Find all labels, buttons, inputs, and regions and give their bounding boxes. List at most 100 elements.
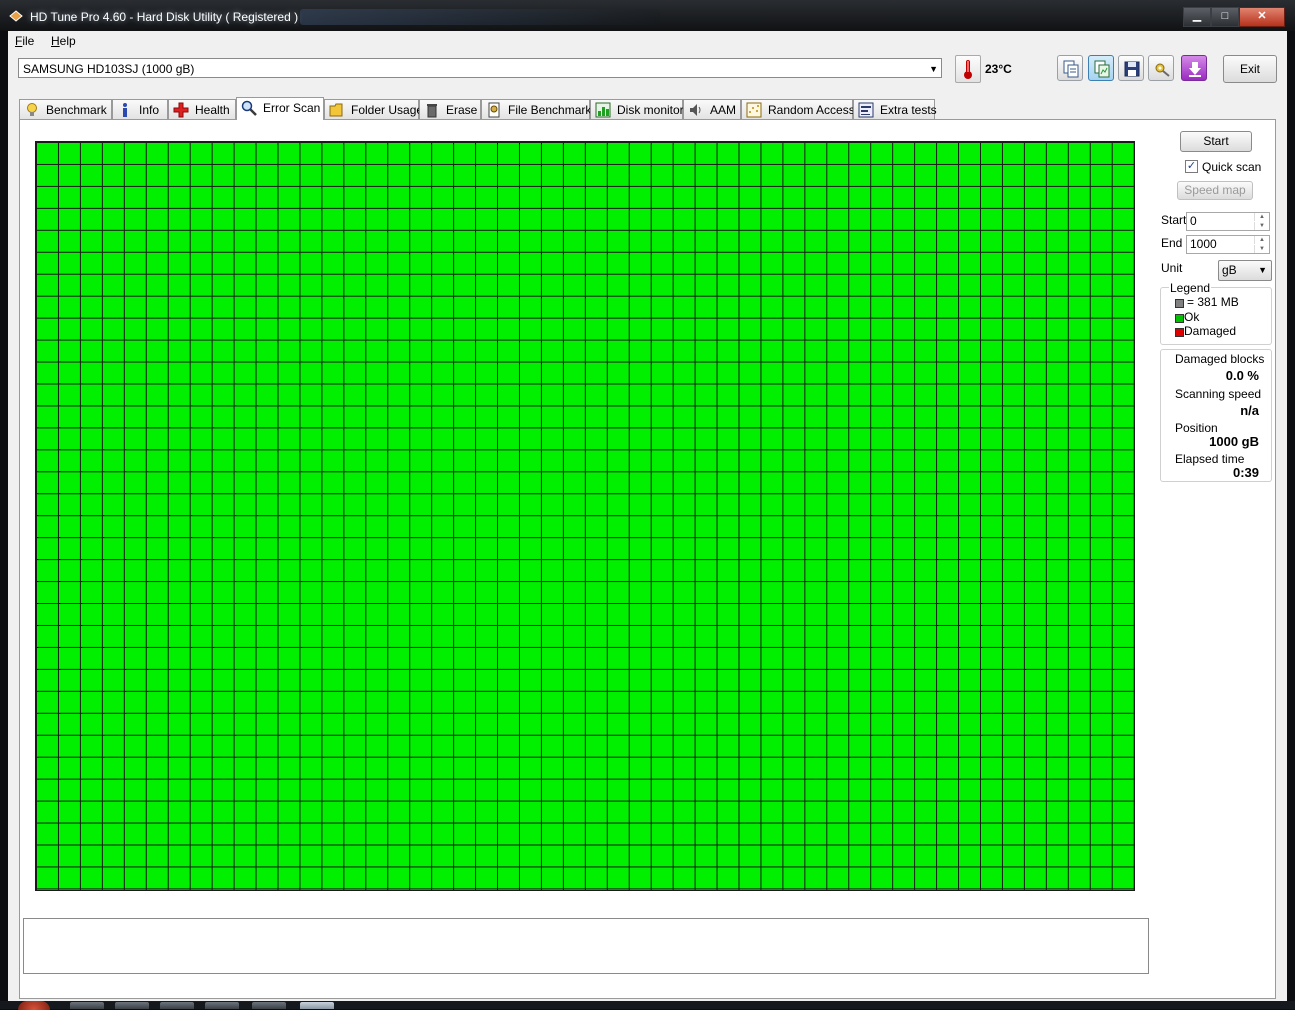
drive-select[interactable]: SAMSUNG HD103SJ (1000 gB) ▼ (18, 58, 942, 78)
minimize-button[interactable]: ▁ (1183, 7, 1211, 27)
save-button[interactable] (1118, 55, 1144, 81)
legend-damaged-swatch (1175, 328, 1184, 337)
tab-label: Benchmark (46, 103, 107, 117)
start-scan-button[interactable]: Start (1180, 131, 1252, 152)
tab-label: File Benchmark (508, 103, 592, 117)
magnifier-icon (241, 100, 257, 116)
start-input-value: 0 (1190, 214, 1197, 228)
speed-map-button[interactable]: Speed map (1177, 181, 1253, 200)
menu-help[interactable]: Help (51, 34, 76, 48)
tab-folder-usage[interactable]: Folder Usage (324, 99, 423, 119)
taskbar-button-active[interactable] (300, 1002, 334, 1009)
tab-error-scan[interactable]: Error Scan (236, 97, 324, 120)
tab-label: Folder Usage (351, 103, 424, 117)
elapsed-time-label: Elapsed time (1175, 452, 1245, 466)
taskbar-button[interactable] (205, 1002, 239, 1009)
menu-help-accel: H (51, 34, 60, 48)
tab-extra-tests[interactable]: Extra tests (853, 99, 937, 119)
block-map (35, 141, 1135, 891)
spin-up-icon[interactable]: ▲ (1254, 236, 1269, 244)
taskbar-button[interactable] (115, 1002, 149, 1009)
tab-health[interactable]: Health (168, 99, 236, 119)
window-client: File Help SAMSUNG HD103SJ (1000 gB) ▼ 23… (8, 31, 1287, 1002)
tab-label: Health (195, 103, 230, 117)
copy-screenshot-icon (1094, 60, 1110, 78)
legend-title: Legend (1169, 281, 1212, 295)
exit-button[interactable]: Exit (1223, 55, 1277, 83)
spin-up-icon[interactable]: ▲ (1254, 213, 1269, 221)
chevron-down-icon: ▼ (1258, 265, 1267, 275)
legend-box: Legend = 381 MB Ok Damaged (1160, 281, 1272, 345)
tab-aam[interactable]: AAM (683, 99, 741, 119)
legend-ok-swatch (1175, 314, 1184, 323)
legend-block-size: = 381 MB (1187, 295, 1239, 309)
tab-label: Extra tests (880, 103, 937, 117)
tab-file-benchmark[interactable]: File Benchmark (481, 99, 592, 119)
end-field-label: End (1161, 236, 1183, 250)
tab-label: AAM (710, 103, 737, 117)
taskbar-button[interactable] (70, 1002, 104, 1009)
random-access-icon (746, 102, 762, 118)
elapsed-time-value: 0:39 (1232, 465, 1259, 480)
end-input-value: 1000 (1190, 237, 1217, 251)
damaged-blocks-label: Damaged blocks (1175, 352, 1265, 366)
tab-info[interactable]: Info (112, 99, 168, 119)
tab-label: Disk monitor (617, 103, 684, 117)
copy-screenshot-button[interactable] (1088, 55, 1114, 81)
health-cross-icon (173, 102, 189, 118)
copy-text-icon (1063, 60, 1079, 78)
scanning-speed-value: n/a (1240, 403, 1259, 418)
folder-icon (329, 103, 343, 117)
drive-select-value: SAMSUNG HD103SJ (1000 gB) (23, 62, 195, 76)
end-input[interactable]: 1000 ▲ ▼ (1186, 235, 1270, 254)
close-button[interactable]: ✕ (1239, 7, 1285, 27)
taskbar-button[interactable] (252, 1002, 286, 1009)
menu-file[interactable]: File (15, 34, 34, 48)
tab-random-access[interactable]: Random Access (741, 99, 855, 119)
spin-down-icon[interactable]: ▼ (1254, 245, 1269, 253)
menu-file-rest: ile (22, 34, 35, 48)
damaged-blocks-value: 0.0 % (1225, 368, 1259, 383)
tab-label: Erase (446, 103, 478, 117)
position-label: Position (1175, 421, 1218, 435)
file-benchmark-icon (488, 102, 500, 118)
extra-tests-icon (858, 102, 874, 118)
chevron-down-icon: ▼ (929, 64, 938, 74)
log-box (23, 918, 1149, 974)
legend-ok-label: Ok (1184, 310, 1200, 324)
options-icon (1155, 63, 1170, 77)
tab-benchmark[interactable]: Benchmark (19, 99, 112, 119)
title-bar: HD Tune Pro 4.60 - Hard Disk Utility ( R… (0, 0, 1295, 31)
app-icon (9, 10, 23, 22)
toolbar: SAMSUNG HD103SJ (1000 gB) ▼ 23°C Exit (8, 51, 1287, 103)
tab-label: Info (139, 103, 160, 117)
copy-text-button[interactable] (1057, 55, 1083, 81)
start-field-label: Start (1161, 213, 1187, 227)
maximize-button[interactable]: □ (1211, 7, 1239, 27)
tab-disk-monitor[interactable]: Disk monitor (590, 99, 684, 119)
legend-block-swatch (1175, 299, 1184, 308)
download-button[interactable] (1181, 55, 1207, 81)
scan-controls: Start ✓ Quick scan Speed map Start 0 ▲ ▼… (1160, 120, 1275, 520)
legend-damaged-label: Damaged (1184, 324, 1237, 338)
start-input[interactable]: 0 ▲ ▼ (1186, 212, 1270, 231)
unit-select[interactable]: gB ▼ (1218, 260, 1272, 281)
menu-help-rest: elp (59, 34, 76, 48)
unit-select-value: gB (1222, 263, 1237, 277)
tab-erase[interactable]: Erase (419, 99, 481, 119)
unit-label: Unit (1161, 261, 1183, 275)
quick-scan-checkbox[interactable]: ✓ (1185, 160, 1198, 173)
tab-label: Random Access (768, 103, 855, 117)
tab-strip: Benchmark Info Health Error Scan Folder … (19, 97, 1279, 120)
error-scan-panel: Start ✓ Quick scan Speed map Start 0 ▲ ▼… (19, 119, 1276, 999)
menu-bar: File Help (8, 31, 1287, 51)
speaker-icon (690, 104, 701, 116)
temperature-readout: 23°C (985, 62, 1012, 76)
lightbulb-icon (27, 103, 37, 116)
options-button[interactable] (1148, 55, 1174, 81)
download-icon (1189, 62, 1201, 77)
taskbar-button[interactable] (160, 1002, 194, 1009)
spin-down-icon[interactable]: ▼ (1254, 222, 1269, 230)
taskbar (0, 1001, 1295, 1010)
title-blur-effect (300, 9, 660, 25)
